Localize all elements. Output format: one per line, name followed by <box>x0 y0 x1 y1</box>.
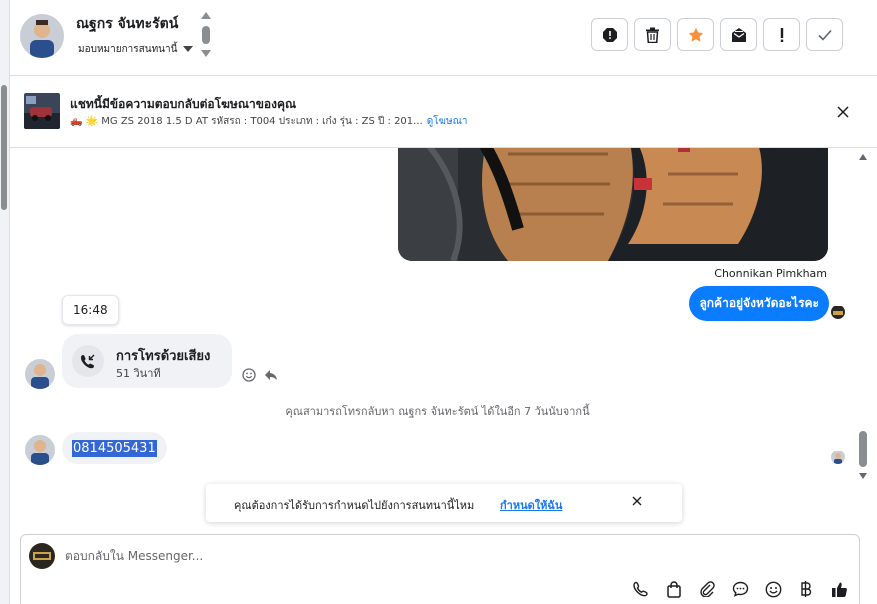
page-scrollbar[interactable] <box>0 0 10 604</box>
reminder-text: คุณต้องการได้รับการกำหนดไปยังการสนทนานี้… <box>234 499 475 512</box>
assign-label: มอบหมายการสนทนานี้ <box>78 44 178 55</box>
view-ad-link[interactable]: ดูโฆษณา <box>427 116 468 127</box>
contact-avatar[interactable] <box>20 14 64 58</box>
assign-to-me-link[interactable]: กำหนดให้ฉัน <box>500 496 562 514</box>
timestamp-tooltip: 16:48 <box>62 295 119 325</box>
next-arrow-icon[interactable] <box>201 50 211 57</box>
ad-thumbnail[interactable] <box>24 93 60 129</box>
thread-scrollbar-thumb[interactable] <box>859 431 867 467</box>
previous-arrow-icon[interactable] <box>201 12 211 19</box>
outgoing-message[interactable]: ลูกค้าอยู่จังหวัดอะไรคะ <box>689 286 829 321</box>
mark-unread-button[interactable] <box>720 18 757 51</box>
check-icon <box>817 29 832 41</box>
page-avatar <box>29 543 55 569</box>
report-spam-button[interactable] <box>591 18 628 51</box>
ad-banner-meta: 🛻 🌟 MG ZS 2018 1.5 D AT รหัสรถ : T004 ปร… <box>70 114 467 129</box>
react-icon[interactable] <box>242 368 256 382</box>
call-duration: 51 วินาที <box>116 367 161 380</box>
contact-name[interactable]: ณฐกร จันทะรัตน์ <box>76 13 178 35</box>
thread-scrollbar[interactable] <box>856 148 872 482</box>
call-title: การโทรด้วยเสียง <box>116 349 211 364</box>
close-banner-button[interactable] <box>837 103 849 122</box>
important-button[interactable] <box>763 18 800 51</box>
close-reminder-button[interactable] <box>632 496 642 509</box>
incoming-message[interactable]: 0814505431 <box>62 432 167 464</box>
reply-composer <box>20 534 860 604</box>
reply-input[interactable] <box>65 549 565 563</box>
nav-handle <box>202 26 210 44</box>
conversation-header: ณฐกร จันทะรัตน์ มอบหมายการสนทนานี้ <box>10 0 877 76</box>
mark-unread-icon <box>731 27 746 42</box>
message-actions <box>242 368 278 382</box>
shopping-bag-icon[interactable] <box>664 579 684 599</box>
ad-details: 🛻 🌟 MG ZS 2018 1.5 D AT รหัสรถ : T004 ปร… <box>70 116 423 127</box>
sender-name: Chonnikan Pimkham <box>714 267 827 280</box>
report-spam-icon <box>602 27 617 42</box>
close-icon <box>837 106 849 118</box>
ad-banner-title: แชทนี้มีข้อความตอบกลับต่อโฆษณาของคุณ <box>70 97 297 111</box>
attached-car-photo[interactable] <box>398 148 828 261</box>
saved-replies-icon[interactable] <box>730 579 750 599</box>
trash-icon <box>646 27 659 43</box>
call-received-icon <box>72 345 104 377</box>
reply-icon[interactable] <box>264 368 278 382</box>
attachment-icon[interactable] <box>697 579 717 599</box>
message-thread[interactable]: Chonnikan Pimkham ลูกค้าอยู่จังหวัดอะไรค… <box>10 148 865 528</box>
ad-reply-banner: แชทนี้มีข้อความตอบกลับต่อโฆษณาของคุณ 🛻 🌟… <box>10 76 877 148</box>
voice-call-bubble[interactable]: การโทรด้วยเสียง 51 วินาที <box>62 334 232 388</box>
page-scrollbar-thumb[interactable] <box>1 85 7 210</box>
scroll-up-icon[interactable] <box>859 154 867 160</box>
contact-avatar-small[interactable] <box>25 359 55 389</box>
assign-dropdown[interactable]: มอบหมายการสนทนานี้ <box>78 42 194 57</box>
close-icon <box>632 496 642 506</box>
mark-done-button[interactable] <box>806 18 843 51</box>
thumbs-up-icon[interactable] <box>829 579 849 599</box>
baht-payment-icon[interactable] <box>796 579 816 599</box>
header-toolbar <box>591 18 843 51</box>
exclamation-icon <box>780 27 783 42</box>
contact-avatar-small[interactable] <box>25 435 55 465</box>
seen-avatar <box>831 450 845 464</box>
page-avatar <box>831 305 845 319</box>
star-button[interactable] <box>677 18 714 51</box>
delete-button[interactable] <box>634 18 671 51</box>
phone-icon[interactable] <box>631 579 651 599</box>
assign-reminder: คุณต้องการได้รับการกำหนดไปยังการสนทนานี้… <box>206 484 682 522</box>
star-icon <box>688 27 703 42</box>
composer-toolbar <box>631 579 849 599</box>
caret-down-icon <box>183 46 194 52</box>
phone-number-text[interactable]: 0814505431 <box>72 439 157 457</box>
scroll-down-icon[interactable] <box>859 473 867 479</box>
callback-notice: คุณสามารถโทรกลับหา ณฐกร จันทะรัตน์ ได้ใน… <box>285 405 590 418</box>
conversation-nav[interactable] <box>200 12 212 60</box>
emoji-icon[interactable] <box>763 579 783 599</box>
